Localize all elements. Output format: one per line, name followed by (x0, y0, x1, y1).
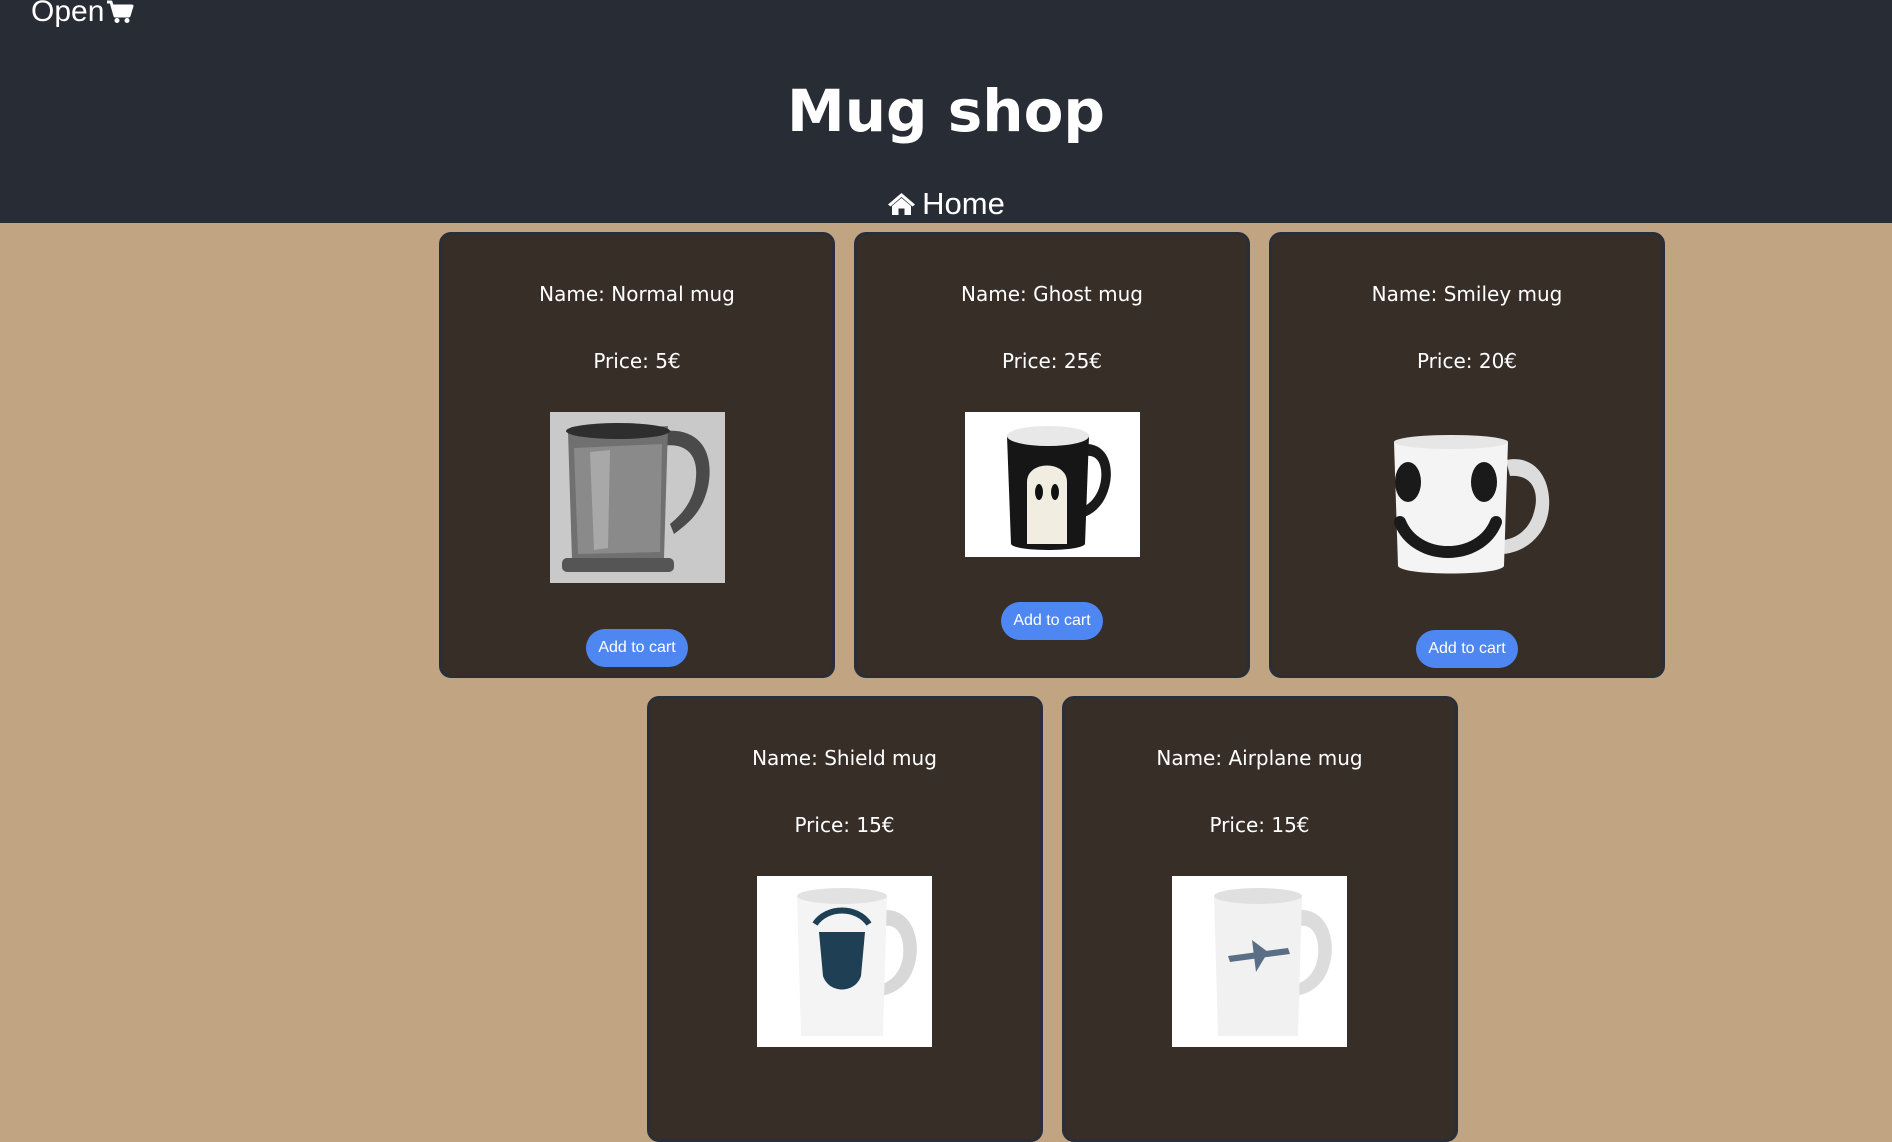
shopping-cart-icon (107, 0, 134, 23)
open-cart-label: Open (31, 0, 105, 28)
product-card: Name: Shield mug Price: 15€ (646, 696, 1043, 1142)
product-card: Name: Ghost mug Price: 25€ Add to cart (854, 232, 1250, 678)
airplane-mug-image (1172, 876, 1347, 1047)
product-price: Price: 25€ (1001, 349, 1103, 373)
product-card: Name: Normal mug Price: 5€ Add to cart (439, 232, 835, 678)
product-name: Name: Shield mug (752, 746, 937, 770)
shield-mug-image (757, 876, 932, 1047)
product-name: Name: Ghost mug (961, 282, 1143, 306)
home-nav-label: Home (922, 186, 1005, 221)
normal-mug-image (549, 412, 725, 583)
product-name: Name: Airplane mug (1156, 746, 1363, 770)
open-cart-button[interactable]: Open (31, 0, 134, 30)
product-name: Name: Smiley mug (1371, 282, 1563, 306)
product-card: Name: Airplane mug Price: 15€ (1061, 696, 1458, 1142)
product-price: Price: 5€ (593, 349, 681, 373)
product-name: Name: Normal mug (539, 282, 735, 306)
product-price: Price: 15€ (1209, 813, 1310, 837)
add-to-cart-button[interactable]: Add to cart (586, 629, 688, 667)
ghost-mug-image (964, 412, 1140, 557)
page-title: Mug shop (787, 77, 1105, 145)
product-grid: Name: Normal mug Price: 5€ Add to cart N… (433, 232, 1671, 1142)
home-icon (888, 193, 916, 215)
add-to-cart-button[interactable]: Add to cart (1416, 630, 1518, 668)
site-header: Open Mug shop Home (0, 0, 1892, 223)
product-price: Price: 15€ (794, 813, 895, 837)
product-price: Price: 20€ (1416, 349, 1518, 373)
smiley-mug-image (1379, 412, 1555, 587)
home-nav-link[interactable]: Home (0, 185, 1892, 223)
product-card: Name: Smiley mug Price: 20€ Add to cart (1269, 232, 1665, 678)
add-to-cart-button[interactable]: Add to cart (1001, 602, 1103, 640)
